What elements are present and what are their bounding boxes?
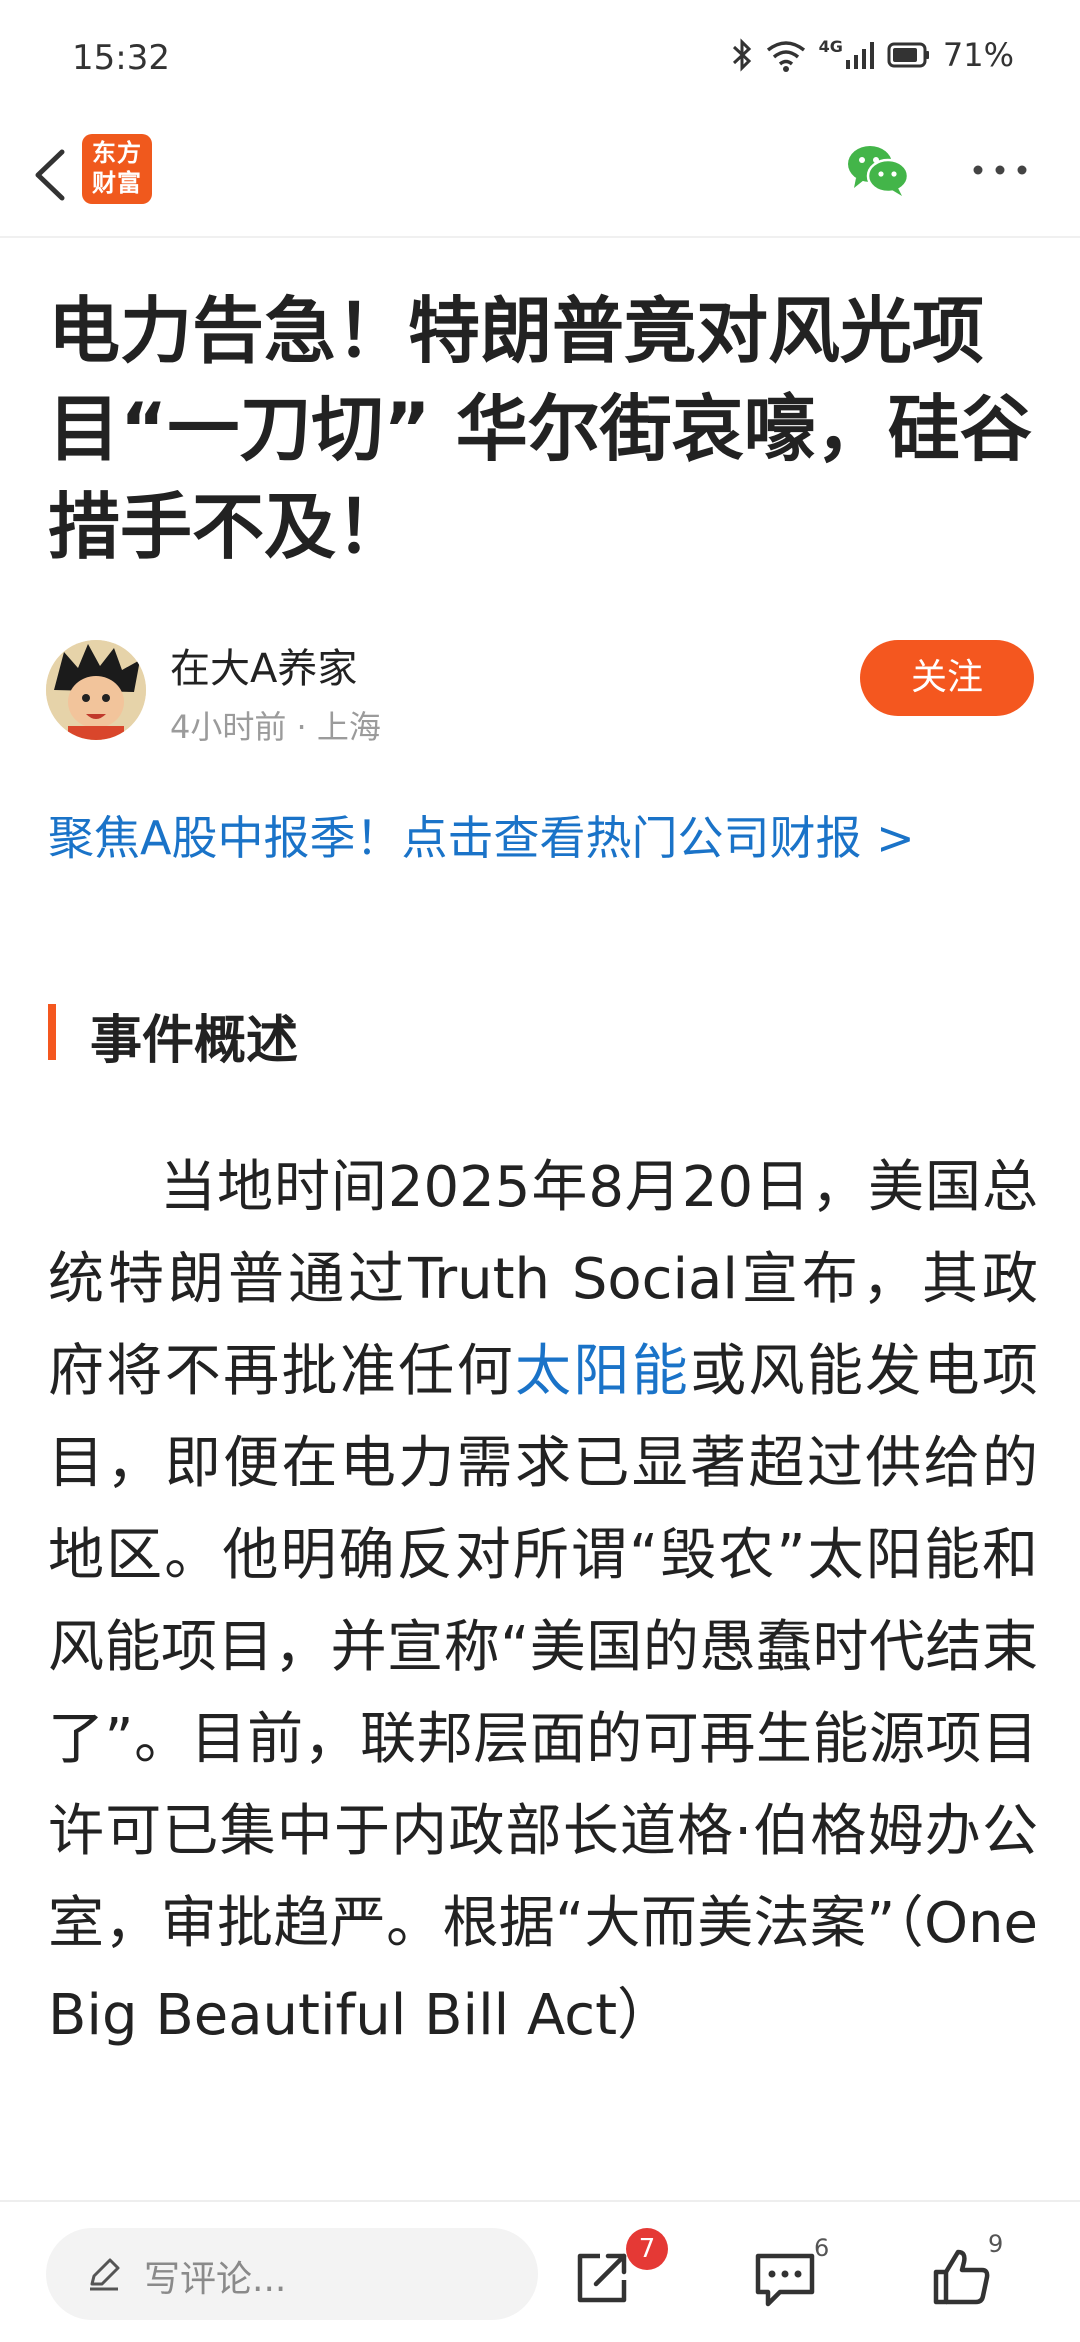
comment-count: 6	[814, 2234, 830, 2262]
battery-icon	[887, 42, 929, 68]
author-name[interactable]: 在大A养家	[170, 636, 357, 694]
pencil-icon	[90, 2258, 120, 2291]
body-text: 或风能发电项目，即便在电力需求已显著超过供给的地区。他明确反对所谓“毁农”太阳能…	[48, 1339, 1038, 2048]
logo-line2: 财富	[92, 169, 142, 197]
author-avatar[interactable]	[46, 640, 146, 740]
back-arrow-icon[interactable]	[22, 140, 82, 210]
share-icon[interactable]	[572, 2248, 632, 2308]
bottom-action-bar: 写评论... 7 6 9	[0, 2200, 1080, 2342]
comment-placeholder: 写评论...	[144, 2259, 287, 2300]
promo-link[interactable]: 聚焦A股中报季！点击查看热门公司财报 >	[48, 802, 915, 868]
status-time: 15:32	[72, 38, 170, 78]
wechat-share-icon[interactable]	[846, 142, 910, 198]
share-count-badge: 7	[626, 2228, 668, 2270]
like-count: 9	[988, 2230, 1004, 2258]
wifi-icon	[766, 41, 805, 72]
comment-input[interactable]: 写评论...	[46, 2228, 538, 2320]
stock-link-solar[interactable]: 太阳能	[515, 1339, 690, 1404]
logo-line1: 东方	[92, 139, 142, 167]
section-accent-bar	[48, 1004, 56, 1060]
more-options-icon[interactable]	[972, 162, 1028, 178]
section-heading: 事件概述	[90, 1011, 299, 1071]
app-bar: 东方 财富	[0, 120, 1080, 238]
thumbs-up-icon[interactable]	[932, 2246, 992, 2306]
battery-percent: 71%	[942, 36, 1014, 74]
article-body: 当地时间2025年8月20日，美国总统特朗普通过Truth Social宣布，其…	[48, 1142, 1038, 2200]
network-type-label: 4G	[818, 36, 843, 56]
article-paragraph: 当地时间2025年8月20日，美国总统特朗普通过Truth Social宣布，其…	[48, 1142, 1038, 2062]
avatar-image	[46, 640, 146, 740]
follow-button[interactable]: 关注	[860, 640, 1034, 716]
status-bar: 15:32 4G 71%	[0, 0, 1080, 120]
signal-icon	[845, 42, 874, 69]
article-title: 电力告急！特朗普竟对风光项目“一刀切” 华尔街哀嚎，硅谷措手不及！	[48, 289, 1032, 569]
comment-icon[interactable]	[754, 2252, 816, 2308]
article-meta: 4小时前 · 上海	[170, 708, 381, 746]
bluetooth-icon	[732, 38, 751, 72]
app-logo: 东方 财富	[82, 134, 152, 204]
status-icons: 4G 71%	[731, 36, 1014, 74]
